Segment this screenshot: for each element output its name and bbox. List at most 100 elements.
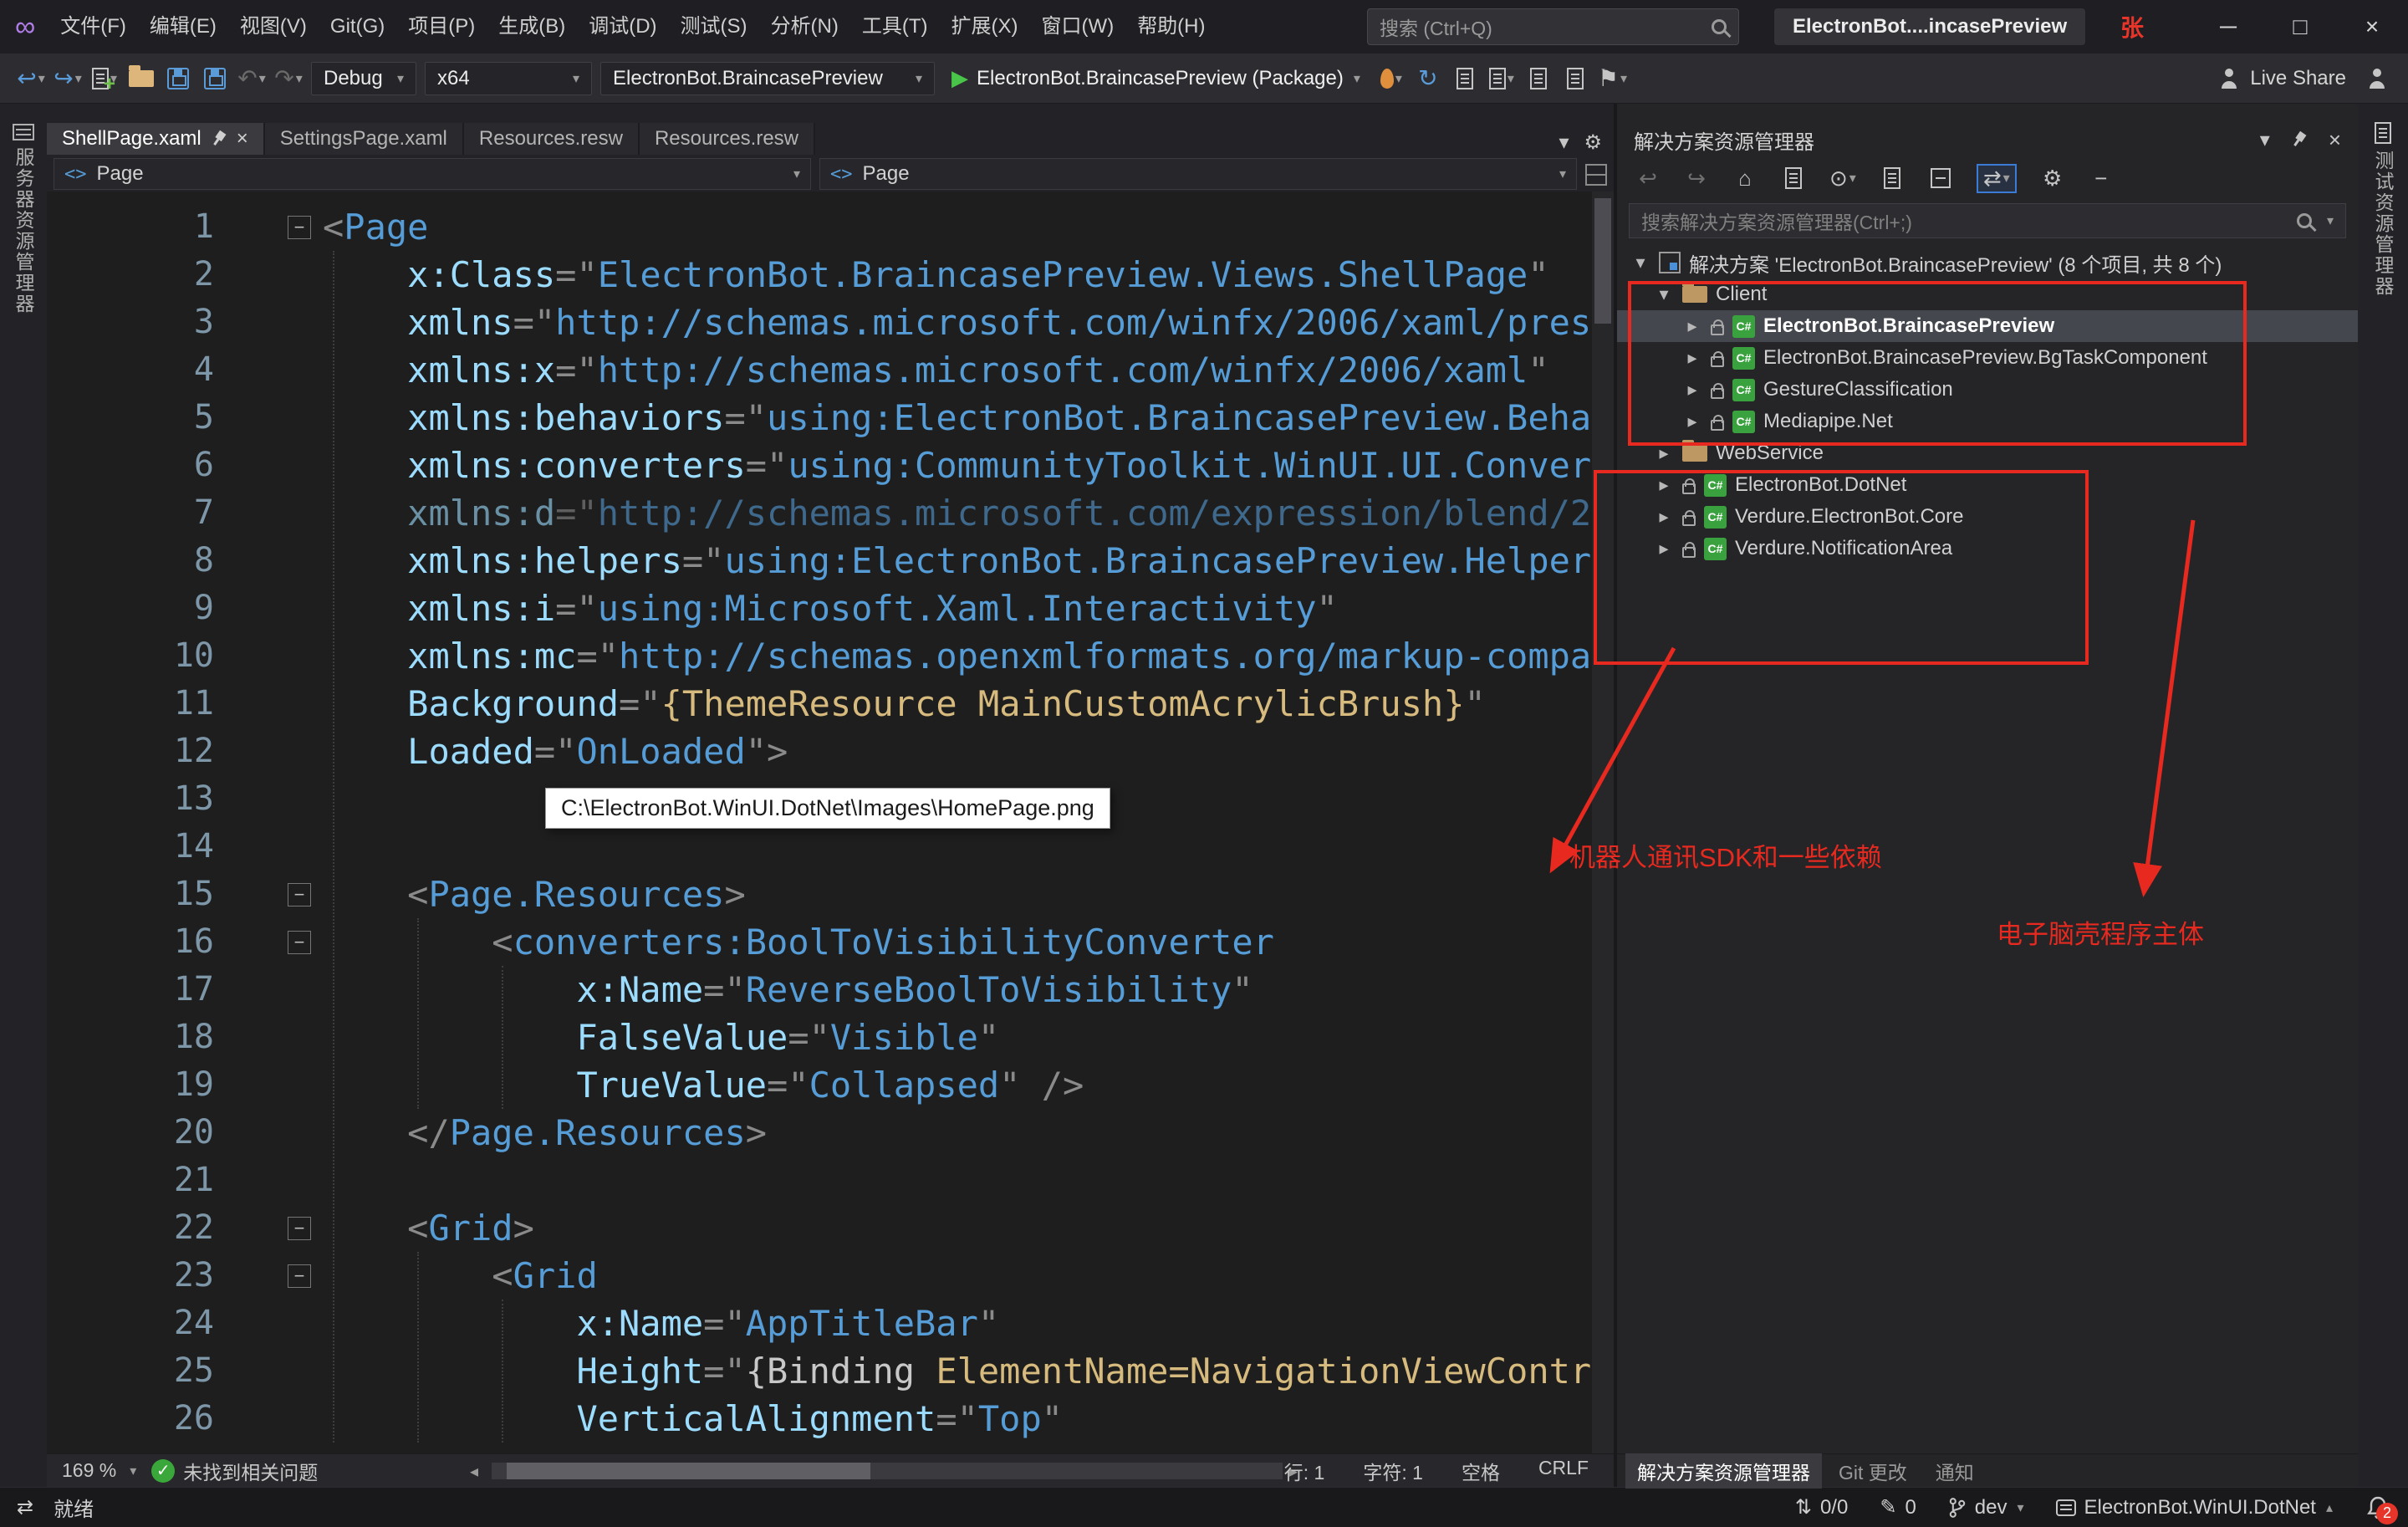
editor-vertical-scrollbar[interactable] bbox=[1592, 192, 1614, 1453]
chevron-right-icon[interactable]: ▸ bbox=[1654, 474, 1674, 496]
chevron-right-icon[interactable]: ▸ bbox=[1654, 538, 1674, 559]
tree-item[interactable]: ▸ C# Mediapipe.Net bbox=[1617, 406, 2358, 437]
panel-tab[interactable]: Git 更改 bbox=[1827, 1453, 1919, 1489]
switch-views-icon[interactable] bbox=[1781, 161, 1806, 195]
fold-toggle[interactable]: − bbox=[288, 1216, 311, 1240]
test-explorer-vertical-tab[interactable]: 测试资源管理器 bbox=[2369, 151, 2397, 297]
menu-item[interactable]: 编辑(E) bbox=[138, 0, 228, 54]
fold-toggle[interactable]: − bbox=[288, 882, 311, 906]
fold-toggle[interactable]: − bbox=[288, 1264, 311, 1288]
back-icon[interactable]: ↩ bbox=[1635, 161, 1661, 195]
notifications-bell[interactable]: 2 bbox=[2365, 1494, 2398, 1524]
sync-with-active-document-icon[interactable]: ⇄ ▾ bbox=[1976, 163, 2017, 193]
chevron-right-icon[interactable]: ▸ bbox=[1682, 347, 1702, 369]
fold-toggle[interactable]: − bbox=[288, 930, 311, 954]
split-view-icon[interactable] bbox=[1585, 164, 1607, 186]
uncomment-icon[interactable] bbox=[1561, 60, 1589, 97]
configuration-select[interactable]: Debug ▾ bbox=[311, 61, 416, 95]
save-icon[interactable] bbox=[164, 60, 192, 97]
tree-item[interactable]: ▾ Client bbox=[1617, 278, 2358, 310]
new-file-icon[interactable]: ▾ bbox=[90, 60, 119, 97]
home-icon[interactable]: ⌂ bbox=[1732, 161, 1758, 195]
chevron-right-icon[interactable]: ▸ bbox=[1682, 411, 1702, 432]
menu-item[interactable]: 生成(B) bbox=[487, 0, 577, 54]
editor-options-gear-icon[interactable]: ⚙ bbox=[1584, 130, 1602, 155]
navigate-backward-icon[interactable]: ↩ ▾ bbox=[17, 60, 45, 97]
branch-selector[interactable]: dev ▾ bbox=[1948, 1496, 2024, 1519]
menu-item[interactable]: 帮助(H) bbox=[1125, 0, 1217, 54]
solution-search-box[interactable]: 搜索解决方案资源管理器(Ctrl+;) ▾ bbox=[1629, 203, 2346, 238]
menu-item[interactable]: 窗口(W) bbox=[1030, 0, 1126, 54]
more-options-icon[interactable]: − bbox=[2089, 161, 2114, 195]
live-share-button[interactable]: Live Share bbox=[2218, 67, 2346, 90]
menu-item[interactable]: 测试(S) bbox=[669, 0, 759, 54]
close-icon[interactable]: × bbox=[237, 127, 248, 151]
menu-item[interactable]: 视图(V) bbox=[228, 0, 319, 54]
menu-item[interactable]: 调试(D) bbox=[577, 0, 668, 54]
restart-icon[interactable]: ↻ bbox=[1414, 60, 1442, 97]
tree-item[interactable]: ▸ C# ElectronBot.BraincasePreview.BgTaskCo… bbox=[1617, 342, 2358, 374]
column-indicator[interactable]: 字符: 1 bbox=[1363, 1457, 1423, 1485]
spaces-indicator[interactable]: 空格 bbox=[1462, 1457, 1500, 1485]
editor-tab[interactable]: ShellPage.xaml × bbox=[47, 123, 265, 155]
tree-item[interactable]: ▸ C# Verdure.NotificationArea bbox=[1617, 533, 2358, 564]
undo-icon[interactable]: ↶ ▾ bbox=[237, 60, 266, 97]
editor-horizontal-scrollbar[interactable] bbox=[492, 1463, 1283, 1479]
tree-item[interactable]: ▸ WebService bbox=[1617, 437, 2358, 469]
chevron-right-icon[interactable]: ▸ bbox=[1682, 379, 1702, 401]
git-sync-status[interactable]: ⇅ 0/0 bbox=[1795, 1495, 1848, 1519]
panel-tab[interactable]: 通知 bbox=[1924, 1453, 1986, 1489]
zoom-select[interactable]: 169 % ▾ bbox=[47, 1459, 151, 1482]
chevron-right-icon[interactable]: ▸ bbox=[1682, 315, 1702, 337]
eol-indicator[interactable]: CRLF bbox=[1538, 1457, 1589, 1485]
menu-item[interactable]: 扩展(X) bbox=[940, 0, 1030, 54]
collapse-all-icon[interactable] bbox=[1928, 161, 1953, 195]
forward-icon[interactable]: ↪ bbox=[1684, 161, 1709, 195]
menu-item[interactable]: 分析(N) bbox=[759, 0, 850, 54]
left-element-selector[interactable]: <> Page ▾ bbox=[54, 158, 811, 190]
server-explorer-vertical-tab[interactable]: 服务器资源管理器 bbox=[9, 147, 38, 314]
chevron-right-icon[interactable]: ▸ bbox=[1654, 442, 1674, 464]
pending-changes-filter-icon[interactable]: ⊙ ▾ bbox=[1829, 161, 1856, 195]
scrollbar-thumb[interactable] bbox=[507, 1463, 871, 1479]
chevron-right-icon[interactable]: ▸ bbox=[1654, 506, 1674, 528]
editor-tab[interactable]: Resources.resw bbox=[463, 123, 640, 155]
tab-list-dropdown-icon[interactable]: ▾ bbox=[1559, 130, 1569, 155]
tree-item[interactable]: ▾ 解决方案 'ElectronBot.BraincasePreview' (8 … bbox=[1617, 247, 2358, 278]
maximize-button[interactable]: □ bbox=[2264, 0, 2336, 54]
repository-selector[interactable]: ElectronBot.WinUI.DotNet ▴ bbox=[2055, 1496, 2333, 1519]
menu-item[interactable]: Git(G) bbox=[319, 0, 396, 54]
pin-icon[interactable] bbox=[2288, 129, 2309, 150]
find-in-files-icon[interactable] bbox=[1451, 60, 1479, 97]
scroll-left-icon[interactable]: ◂ bbox=[470, 1461, 478, 1482]
redo-icon[interactable]: ↷ ▾ bbox=[274, 60, 303, 97]
platform-select[interactable]: x64 ▾ bbox=[425, 61, 592, 95]
editor-tab[interactable]: Resources.resw bbox=[639, 123, 816, 155]
editor-tab[interactable]: SettingsPage.xaml bbox=[264, 123, 464, 155]
chevron-down-icon[interactable]: ▾ bbox=[1630, 252, 1650, 273]
menu-item[interactable]: 文件(F) bbox=[48, 0, 138, 54]
pending-edits-status[interactable]: ✎ 0 bbox=[1880, 1495, 1916, 1519]
pin-icon[interactable] bbox=[208, 128, 229, 149]
fold-toggle[interactable]: − bbox=[288, 215, 311, 239]
comment-icon[interactable] bbox=[1524, 60, 1553, 97]
feedback-icon[interactable] bbox=[2363, 60, 2391, 97]
menu-item[interactable]: 工具(T) bbox=[850, 0, 940, 54]
bookmark-icon[interactable]: ⚑ ▾ bbox=[1598, 60, 1627, 97]
properties-gear-icon[interactable]: ⚙ bbox=[2040, 161, 2065, 195]
menu-item[interactable]: 项目(P) bbox=[396, 0, 487, 54]
save-all-icon[interactable] bbox=[201, 60, 229, 97]
account-badge[interactable]: 张 bbox=[2120, 10, 2144, 43]
startup-project-select[interactable]: ElectronBot.BraincasePreview ▾ bbox=[600, 61, 935, 95]
panel-tab[interactable]: 解决方案资源管理器 bbox=[1625, 1453, 1822, 1489]
tree-item[interactable]: ▸ C# GestureClassification bbox=[1617, 374, 2358, 406]
tree-item[interactable]: ▸ C# ElectronBot.BraincasePreview bbox=[1617, 310, 2358, 342]
close-icon[interactable]: × bbox=[2329, 127, 2341, 153]
background-tasks-icon[interactable]: ⇄ bbox=[17, 1495, 33, 1519]
start-debugging-button[interactable]: ▶ ElectronBot.BraincasePreview (Package)… bbox=[943, 60, 1369, 97]
minimize-button[interactable]: ─ bbox=[2192, 0, 2264, 54]
new-scope-icon[interactable] bbox=[1880, 161, 1905, 195]
navigate-forward-icon[interactable]: ↪ ▾ bbox=[54, 60, 82, 97]
hot-reload-icon[interactable]: ▾ bbox=[1377, 60, 1406, 97]
tree-item[interactable]: ▸ C# Verdure.ElectronBot.Core bbox=[1617, 501, 2358, 533]
